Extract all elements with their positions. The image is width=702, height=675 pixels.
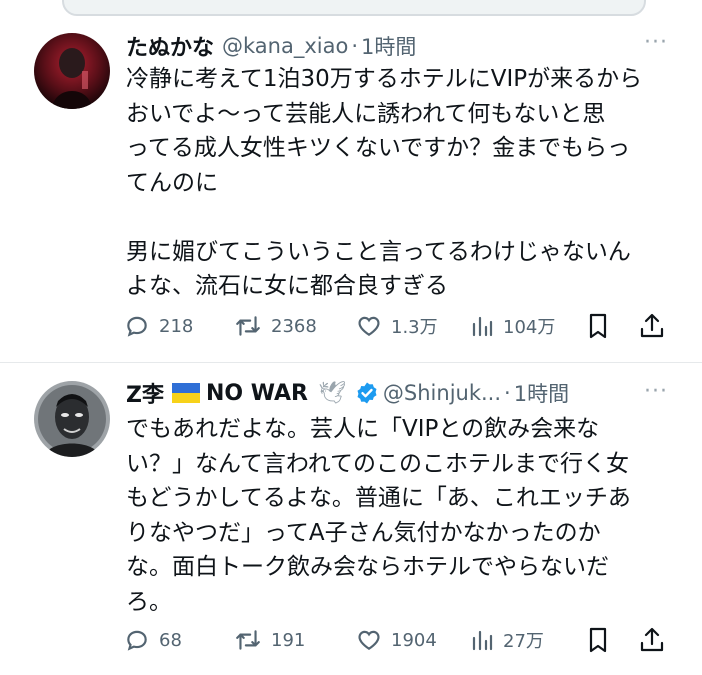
share-button[interactable]	[639, 623, 665, 657]
reply-button[interactable]: 218	[124, 309, 193, 343]
reply-count: 68	[159, 629, 182, 651]
retweet-count: 2368	[271, 315, 317, 337]
separator: ·	[504, 381, 511, 405]
share-button[interactable]	[639, 309, 665, 343]
more-options-icon[interactable]: ···	[644, 379, 668, 404]
bookmark-button[interactable]	[586, 623, 610, 657]
views-count: 104万	[503, 317, 556, 338]
views-button[interactable]: 104万	[470, 309, 555, 343]
analytics-icon	[472, 630, 493, 651]
bookmark-icon	[589, 627, 607, 653]
verified-badge-icon[interactable]	[355, 381, 379, 405]
handle[interactable]: @Shinjuk...	[383, 381, 501, 405]
tweet-header: たぬかな @kana_xiao · 1時間	[126, 30, 416, 62]
display-name-suffix[interactable]: NO WAR	[206, 381, 308, 406]
reply-count: 218	[159, 315, 194, 337]
bookmark-icon	[589, 313, 607, 339]
separator: ·	[351, 34, 359, 58]
handle[interactable]: @kana_xiao	[222, 34, 348, 58]
more-options-icon[interactable]: ···	[644, 30, 668, 55]
display-name[interactable]: Z李	[126, 377, 164, 409]
heart-icon	[358, 316, 380, 336]
retweet-icon	[236, 630, 260, 650]
retweet-button[interactable]: 2368	[234, 309, 317, 343]
tweet-actions: 68 191 1904 27万	[124, 623, 669, 657]
tweet-actions: 218 2368 1.3万 104万	[124, 309, 669, 343]
reply-icon	[127, 630, 147, 651]
avatar[interactable]	[34, 33, 110, 109]
heart-icon	[358, 630, 380, 650]
views-button[interactable]: 27万	[470, 623, 544, 657]
retweet-count: 191	[271, 629, 306, 651]
retweet-button[interactable]: 191	[234, 623, 305, 657]
reply-icon	[127, 316, 147, 337]
like-count: 1904	[391, 629, 437, 651]
like-count: 1.3万	[391, 317, 438, 338]
analytics-icon	[472, 316, 493, 337]
timestamp[interactable]: 1時間	[514, 378, 569, 408]
timestamp[interactable]: 1時間	[361, 31, 416, 61]
retweet-icon	[236, 316, 260, 336]
views-count: 27万	[503, 631, 544, 652]
reply-button[interactable]: 68	[124, 623, 182, 657]
bookmark-button[interactable]	[586, 309, 610, 343]
share-icon	[640, 627, 664, 652]
tweet-text: でもあれだよな。芸人に「VIPとの飲み会来な い？」なんて言われてのこのこホテル…	[126, 416, 631, 615]
like-button[interactable]: 1904	[356, 623, 437, 657]
tweet-card[interactable]: たぬかな @kana_xiao · 1時間 ··· 冷静に考えて1泊30万するホ…	[0, 0, 702, 362]
like-button[interactable]: 1.3万	[356, 309, 438, 343]
display-name[interactable]: たぬかな	[126, 30, 214, 62]
tweet-text: 冷静に考えて1泊30万するホテルにVIPが来るから おいでよ〜って芸能人に誘われ…	[126, 66, 643, 299]
dove-icon: 🕊	[317, 380, 346, 406]
avatar[interactable]	[34, 381, 110, 457]
tweet-header: Z李 NO WAR 🕊 @Shinjuk... · 1時間	[126, 377, 569, 409]
share-icon	[640, 313, 664, 338]
tweet-card[interactable]: Z李 NO WAR 🕊 @Shinjuk... · 1時間 ··· でもあれだよ…	[0, 363, 702, 675]
ukraine-flag-icon	[171, 383, 200, 403]
